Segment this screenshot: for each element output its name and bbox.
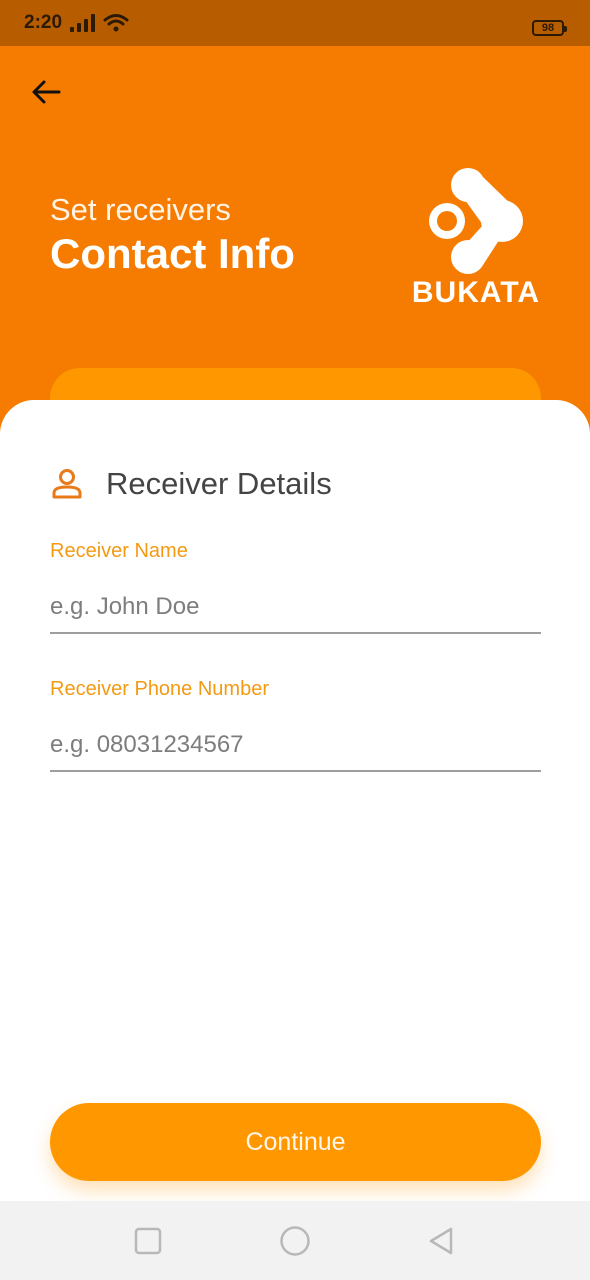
header-subtitle: Set receivers [50,192,231,227]
person-icon [52,469,82,499]
section-title: Receiver Details [106,466,332,501]
continue-button[interactable]: Continue [50,1103,541,1181]
system-nav-bar [0,1201,590,1280]
section-header: Receiver Details [50,466,332,502]
back-nav-icon[interactable] [427,1227,455,1255]
back-button[interactable] [26,72,66,112]
receiver-name-input[interactable] [50,590,541,634]
receiver-name-label: Receiver Name [50,540,188,562]
status-bar: 2:20 98 [0,0,590,46]
logo-text: BUKATA [411,276,541,309]
status-time: 2:20 [24,12,63,33]
home-icon[interactable] [279,1225,311,1257]
arrow-left-icon [32,80,61,104]
receiver-phone-label: Receiver Phone Number [50,678,269,700]
form-sheet [0,400,590,1201]
wifi-icon [103,14,129,32]
page-title: Contact Info [50,230,295,277]
screen: 2:20 98 Set receivers Contact Info BUKAT… [0,0,590,1280]
battery-indicator: 98 [532,20,567,36]
signal-icon [70,14,96,32]
receiver-phone-input[interactable] [50,728,541,772]
recent-apps-icon[interactable] [134,1227,162,1255]
